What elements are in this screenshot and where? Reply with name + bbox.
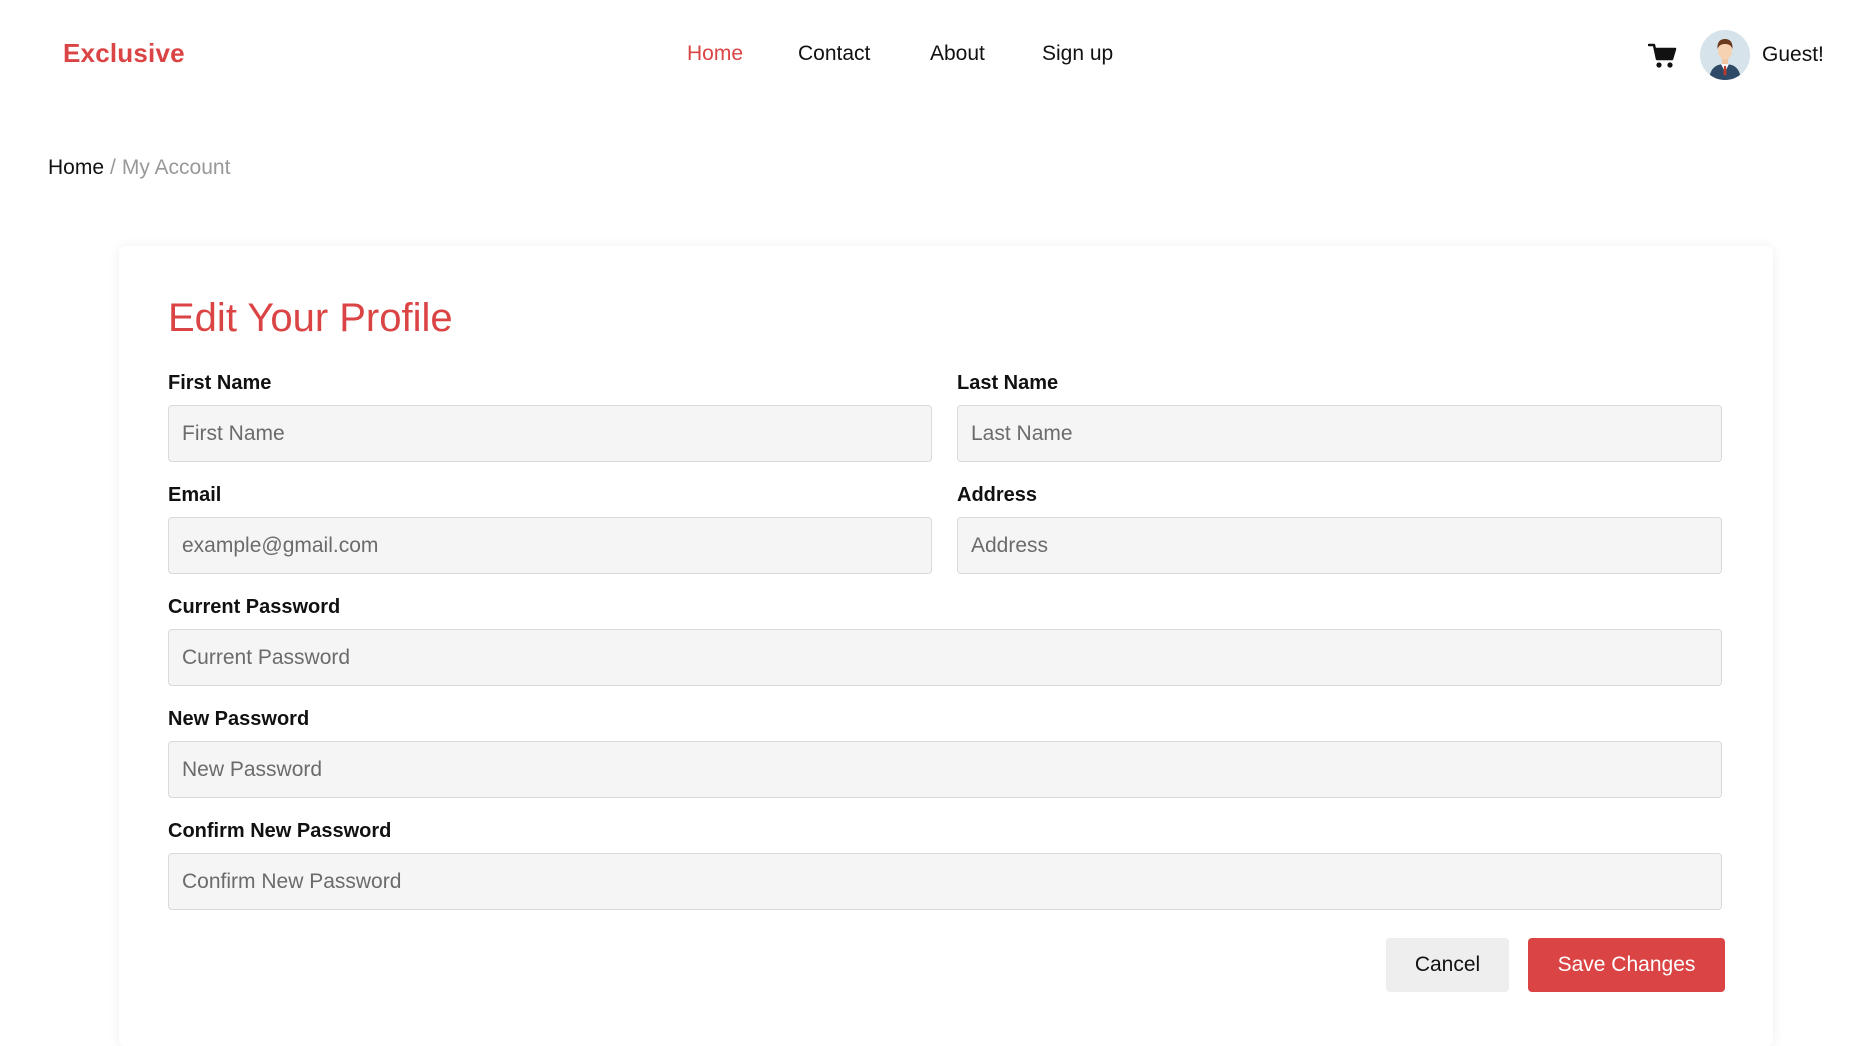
confirm-password-field[interactable]	[168, 853, 1722, 910]
shopping-cart-icon[interactable]	[1647, 42, 1678, 70]
top-navigation-bar: Exclusive Home Contact About Sign up Gue…	[0, 0, 1862, 110]
nav-about-link[interactable]: About	[930, 42, 985, 66]
current-password-label: Current Password	[168, 596, 341, 618]
save-changes-button[interactable]: Save Changes	[1528, 938, 1725, 992]
email-field[interactable]	[168, 517, 932, 574]
user-greeting: Guest!	[1762, 43, 1824, 66]
nav-signup-link[interactable]: Sign up	[1042, 42, 1113, 66]
nav-contact-link[interactable]: Contact	[798, 42, 870, 66]
last-name-field[interactable]	[957, 405, 1722, 462]
first-name-field[interactable]	[168, 405, 932, 462]
nav-home-link[interactable]: Home	[687, 42, 743, 66]
last-name-label: Last Name	[957, 372, 1059, 394]
breadcrumb: Home / My Account	[48, 156, 230, 180]
cancel-button[interactable]: Cancel	[1386, 938, 1509, 992]
breadcrumb-current: My Account	[121, 156, 231, 179]
user-avatar-icon[interactable]	[1700, 30, 1750, 80]
address-field[interactable]	[957, 517, 1722, 574]
breadcrumb-separator: /	[110, 156, 116, 179]
confirm-password-label: Confirm New Password	[168, 820, 392, 842]
email-label: Email	[168, 484, 222, 506]
current-password-field[interactable]	[168, 629, 1722, 686]
breadcrumb-home-link[interactable]: Home	[48, 156, 104, 179]
address-label: Address	[957, 484, 1038, 506]
main-nav: Home Contact About Sign up	[0, 42, 1862, 72]
first-name-label: First Name	[168, 372, 272, 394]
new-password-field[interactable]	[168, 741, 1722, 798]
page-title: Edit Your Profile	[168, 296, 453, 340]
new-password-label: New Password	[168, 708, 310, 730]
